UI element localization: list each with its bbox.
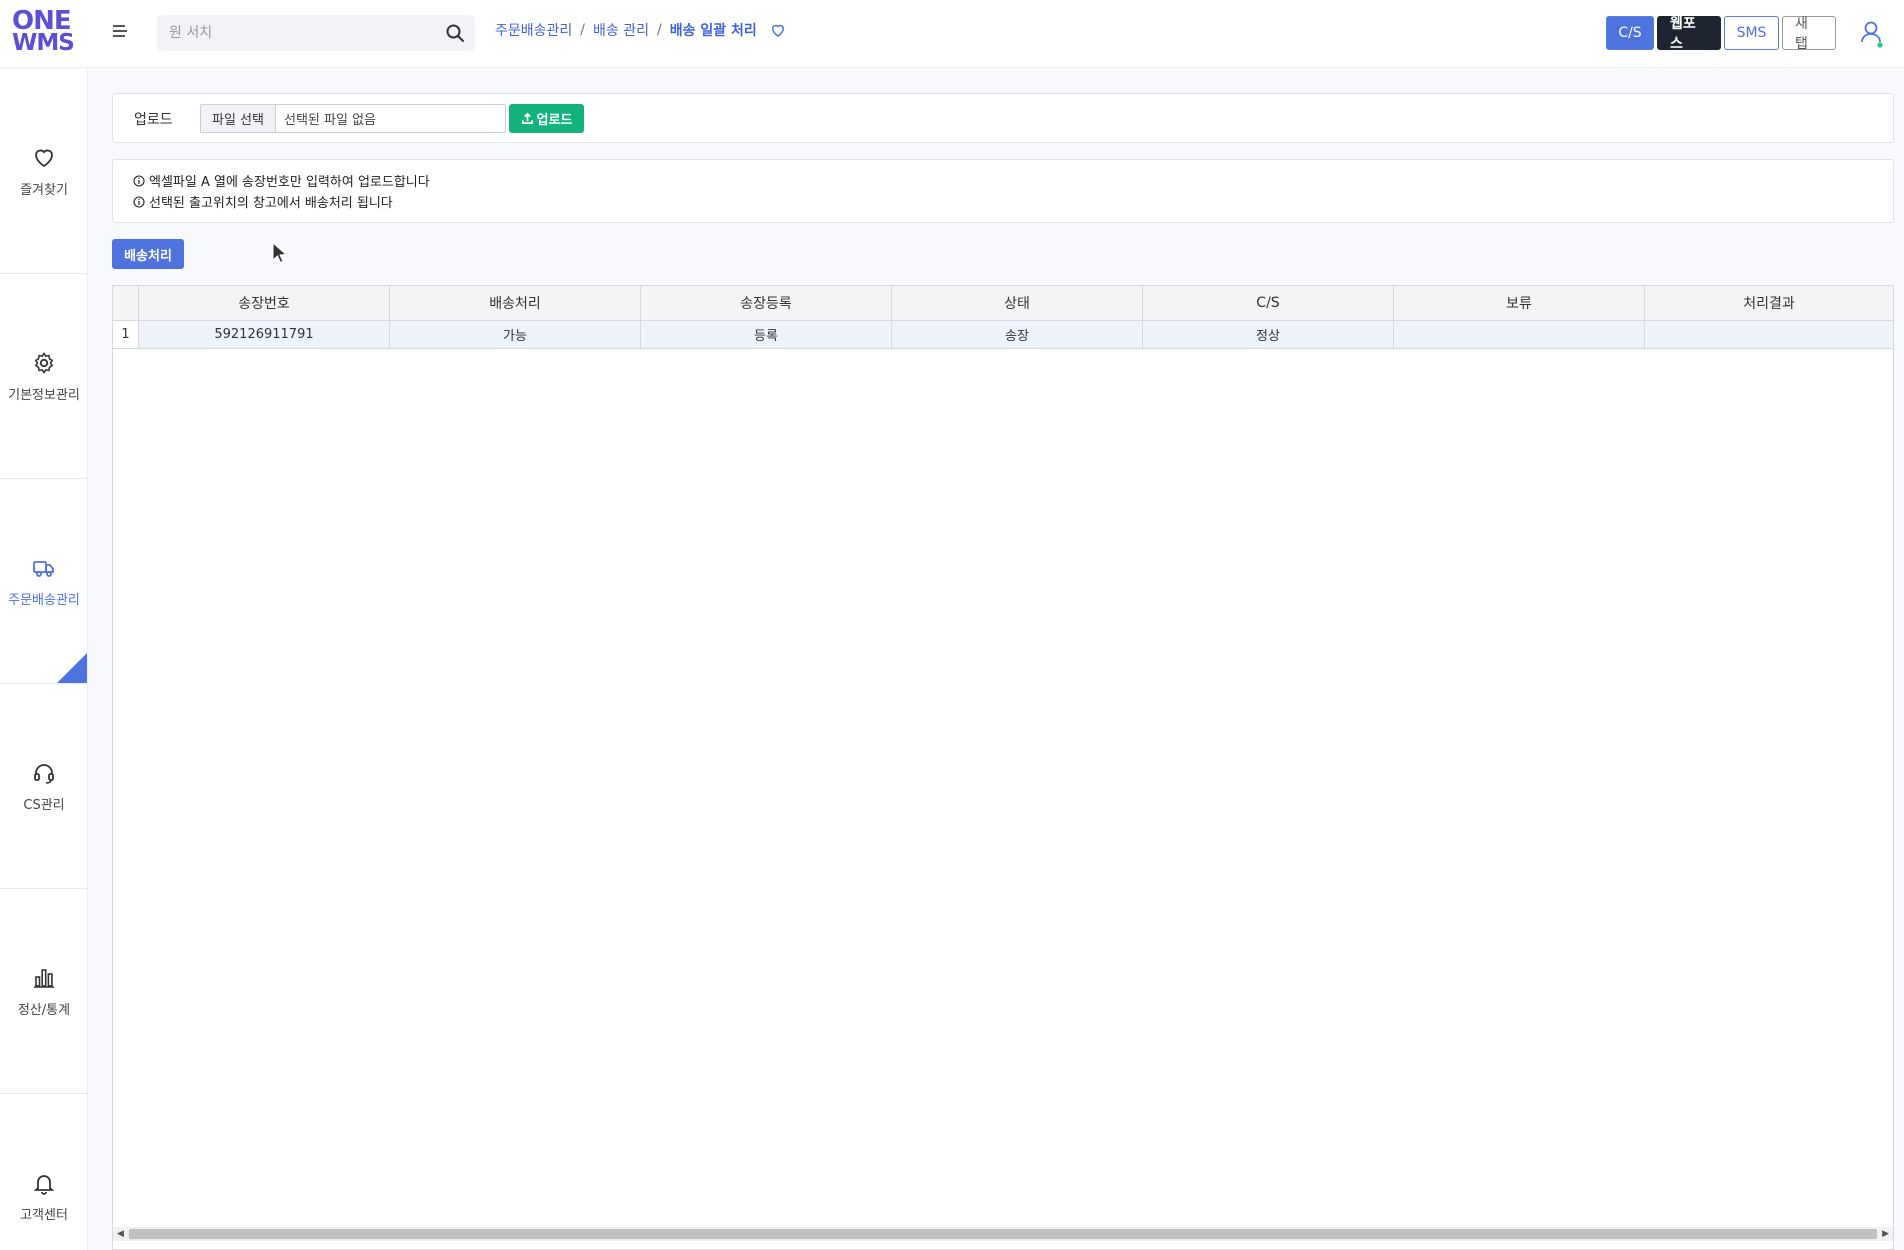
sms-button[interactable]: SMS [1724,16,1779,50]
delivery-process-button[interactable]: 배송처리 [112,239,184,269]
file-input[interactable]: 파일 선택 선택된 파일 없음 [200,104,506,133]
truck-icon [33,561,54,577]
file-name-text: 선택된 파일 없음 [284,113,376,128]
column-header[interactable]: 배송처리 [390,286,641,320]
file-select-button[interactable]: 파일 선택 [201,105,276,132]
info-text: 선택된 출고위치의 창고에서 배송처리 됩니다 [149,196,393,211]
upload-panel: 업로드 파일 선택 선택된 파일 없음 업로드 [112,93,1894,143]
breadcrumb-item-order-delivery[interactable]: 주문배송관리 [495,20,572,40]
sidebar: 즐겨찾기 기본정보관리 주문배송관리 CS관리 정산/통계 고객센터 [0,69,88,1250]
favorite-heart-icon[interactable] [769,21,787,39]
table-cell[interactable] [1645,321,1893,348]
column-header[interactable]: 처리결과 [1645,286,1893,320]
sidebar-item-label: 기본정보관리 [8,388,80,403]
upload-button-label: 업로드 [536,113,573,128]
search-icon[interactable] [445,23,465,43]
gear-icon [34,352,54,374]
webpos-button[interactable]: 웹포스 [1657,16,1721,52]
info-icon [133,174,145,187]
sidebar-item-order-delivery[interactable]: 주문배송관리 [0,479,88,684]
grid-header: 송장번호 배송처리 송장등록 상태 C/S 보류 처리결과 [113,286,1893,321]
row-number: 1 [113,321,139,348]
info-line: 엑셀파일 A 열에 송장번호만 입력하여 업로드합니다 [133,171,430,190]
search-box [157,15,475,51]
table-cell[interactable]: 가능 [390,321,641,348]
sidebar-item-cs[interactable]: CS관리 [0,684,88,889]
row-number-header [113,286,139,320]
logo-line1: ONE [12,6,72,36]
horizontal-scrollbar[interactable]: ◀ ▶ [113,1227,1893,1241]
table-cell[interactable] [1394,321,1645,348]
scrollbar-thumb[interactable] [129,1229,1877,1239]
sidebar-item-label: 주문배송관리 [8,593,80,608]
sidebar-item-settlement[interactable]: 정산/통계 [0,889,88,1094]
table-cell[interactable]: 송장 [892,321,1143,348]
search-input[interactable] [157,15,437,51]
new-tab-button[interactable]: 새 탭 [1782,16,1836,52]
data-grid: 송장번호 배송처리 송장등록 상태 C/S 보류 처리결과 1 59212691… [112,285,1894,1250]
column-header[interactable]: 송장등록 [641,286,892,320]
heart-icon [35,149,53,168]
table-row[interactable]: 1 592126911791 가능 등록 송장 정상 [113,321,1893,349]
table-cell[interactable]: 592126911791 [139,321,390,348]
info-panel: 엑셀파일 A 열에 송장번호만 입력하여 업로드합니다 선택된 출고위치의 창고… [112,159,1894,223]
sidebar-item-label: 즐겨찾기 [20,183,68,198]
top-header: ONE WMS 주문배송관리 / 배송 관리 / 배송 일괄 처리 C/S 웹포… [0,0,1904,68]
upload-label: 업로드 [134,112,173,128]
onewms-logo[interactable]: ONE WMS [12,6,75,58]
menu-toggle-icon[interactable] [113,22,133,42]
table-cell[interactable]: 정상 [1143,321,1394,348]
bar-chart-icon [34,969,54,988]
mouse-cursor-icon [272,242,288,264]
breadcrumb: 주문배송관리 / 배송 관리 / 배송 일괄 처리 [495,20,787,40]
scroll-left-arrow-icon[interactable]: ◀ [117,1229,124,1239]
info-icon [133,195,145,208]
logo-line2: WMS [12,30,75,56]
user-icon[interactable] [1858,18,1884,48]
sidebar-item-label: 정산/통계 [17,1003,71,1018]
bell-icon [33,1175,55,1195]
sidebar-item-label: 고객센터 [20,1208,68,1223]
column-header[interactable]: 보류 [1394,286,1645,320]
breadcrumb-item-delivery-management[interactable]: 배송 관리 [593,20,649,40]
breadcrumb-item-current: 배송 일괄 처리 [669,23,757,39]
table-cell[interactable]: 등록 [641,321,892,348]
sidebar-item-basic-info[interactable]: 기본정보관리 [0,274,88,479]
sidebar-item-favorites[interactable]: 즐겨찾기 [0,69,88,274]
headset-icon [34,764,54,784]
upload-button[interactable]: 업로드 [509,104,584,133]
sidebar-item-customer-center[interactable]: 고객센터 [0,1094,88,1250]
active-corner-marker [57,653,87,683]
scroll-right-arrow-icon[interactable]: ▶ [1882,1229,1889,1239]
sidebar-item-label: CS관리 [23,798,65,813]
column-header[interactable]: 상태 [892,286,1143,320]
upload-icon [521,112,533,124]
info-text: 엑셀파일 A 열에 송장번호만 입력하여 업로드합니다 [149,175,430,190]
column-header[interactable]: C/S [1143,286,1394,320]
column-header[interactable]: 송장번호 [139,286,390,320]
cs-button[interactable]: C/S [1606,16,1654,50]
top-button-group: C/S 웹포스 SMS 새 탭 [1606,16,1836,52]
info-line: 선택된 출고위치의 창고에서 배송처리 됩니다 [133,192,393,211]
